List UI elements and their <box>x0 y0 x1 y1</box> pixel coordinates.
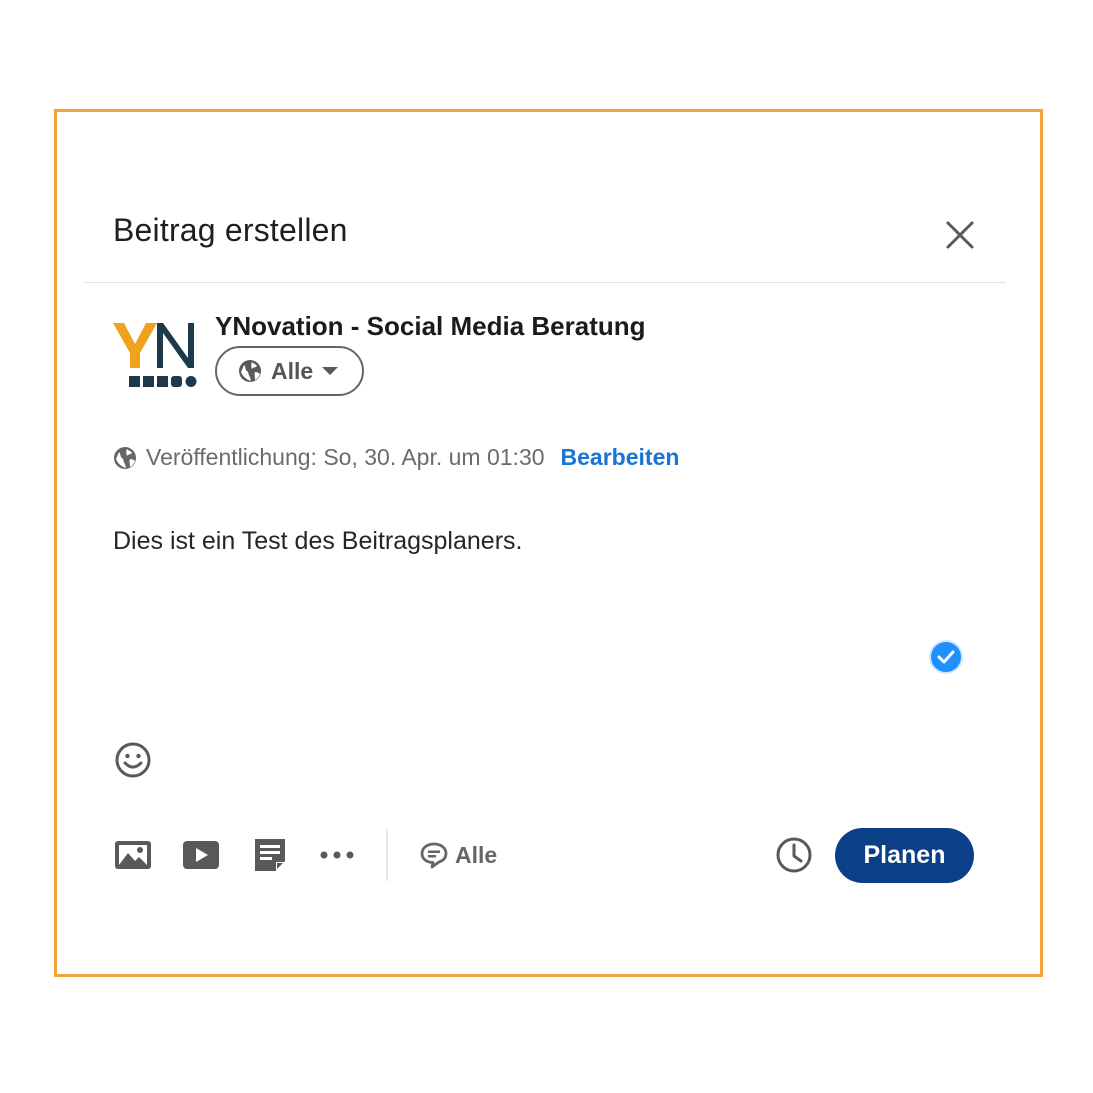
emoji-icon[interactable] <box>113 740 153 780</box>
globe-icon <box>114 446 136 469</box>
edit-schedule-link[interactable]: Bearbeiten <box>561 444 680 471</box>
toolbar-separator <box>386 829 388 881</box>
company-logo <box>113 323 197 387</box>
audience-label: Alle <box>271 357 314 384</box>
dialog-title: Beitrag erstellen <box>113 212 348 248</box>
more-icon[interactable] <box>318 846 358 864</box>
photo-icon[interactable] <box>113 838 153 872</box>
check-badge-icon <box>929 640 963 674</box>
clock-icon[interactable] <box>774 835 814 875</box>
author-name: YNovation - Social Media Beratung <box>215 311 646 341</box>
caret-down-icon <box>322 367 339 375</box>
schedule-text: Veröffentlichung: So, 30. Apr. um 01:30 <box>146 444 545 470</box>
comment-audience-label: Alle <box>455 841 498 868</box>
plan-button[interactable]: Planen <box>835 828 974 883</box>
schedule-info: Veröffentlichung: So, 30. Apr. um 01:30 … <box>112 444 679 471</box>
document-icon[interactable] <box>252 836 288 874</box>
globe-icon <box>239 360 261 382</box>
comment-audience-control[interactable]: Alle <box>419 840 497 870</box>
comment-icon <box>420 842 448 869</box>
close-icon <box>946 221 974 249</box>
post-text-editor[interactable]: Dies ist ein Test des Beitragsplaners. <box>113 527 522 556</box>
video-icon[interactable] <box>182 838 220 872</box>
header-divider <box>83 282 1006 283</box>
close-button[interactable] <box>938 213 982 257</box>
audience-selector[interactable]: Alle <box>215 346 364 396</box>
